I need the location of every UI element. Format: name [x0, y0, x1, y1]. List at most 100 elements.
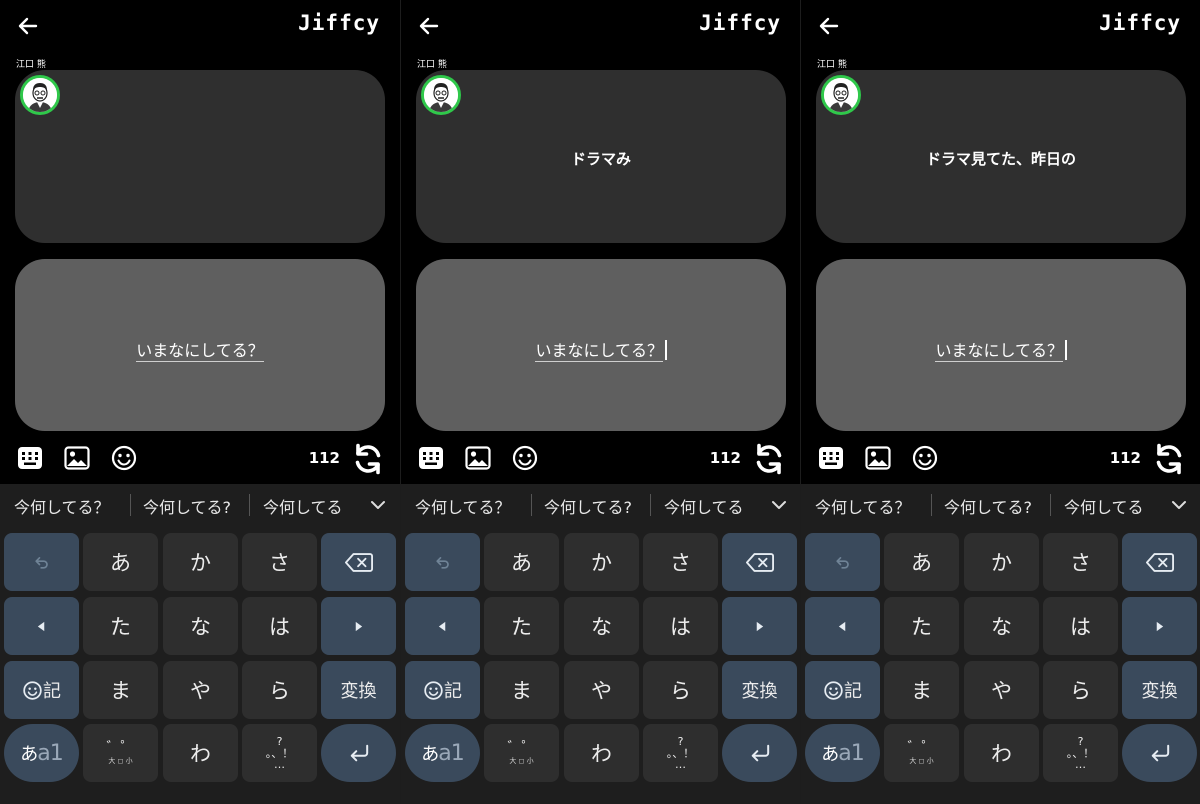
cursor-left-key[interactable] [805, 597, 880, 655]
key-wa[interactable]: わ [564, 724, 639, 782]
enter-key[interactable] [722, 724, 797, 782]
key-a[interactable]: あ [884, 533, 959, 591]
suggestion-item[interactable]: 今何してる？ [815, 494, 911, 518]
dakuten-marks: ゛゜ [907, 740, 936, 756]
refresh-icon[interactable] [1151, 441, 1187, 477]
key-na[interactable]: な [564, 597, 639, 655]
key-ta[interactable]: た [484, 597, 559, 655]
suggestion-item[interactable]: 今何してる? [143, 494, 231, 518]
key-sa[interactable]: さ [643, 533, 718, 591]
key-wa[interactable]: わ [964, 724, 1039, 782]
chevron-down-icon[interactable] [1169, 495, 1189, 515]
emoji-symbol-key[interactable]: 記 [405, 661, 480, 719]
enter-key[interactable] [1122, 724, 1197, 782]
key-sa[interactable]: さ [1043, 533, 1118, 591]
suggestion-item[interactable]: 今何してる? [544, 494, 632, 518]
dakuten-key[interactable]: ゛゜ 大 ◻ 小 [484, 724, 559, 782]
image-icon[interactable] [864, 444, 892, 472]
smiley-icon[interactable] [110, 444, 138, 472]
arrow-left-icon[interactable] [14, 12, 42, 40]
cursor-right-key[interactable] [1122, 597, 1197, 655]
keyboard-icon[interactable] [16, 444, 44, 472]
key-a[interactable]: あ [484, 533, 559, 591]
undo-key[interactable] [4, 533, 79, 591]
key-ta[interactable]: た [884, 597, 959, 655]
backspace-key[interactable] [321, 533, 396, 591]
convert-key[interactable]: 変換 [1122, 661, 1197, 719]
compose-card[interactable]: いまなにしてる？ [15, 259, 385, 431]
suggestion-item[interactable]: 今何してる [664, 494, 744, 518]
suggestion-item[interactable]: 今何してる？ [14, 494, 110, 518]
key-ya[interactable]: や [564, 661, 639, 719]
cursor-left-key[interactable] [4, 597, 79, 655]
emoji-symbol-key[interactable]: 記 [805, 661, 880, 719]
cursor-right-key[interactable] [722, 597, 797, 655]
key-ya[interactable]: や [964, 661, 1039, 719]
refresh-icon[interactable] [751, 441, 787, 477]
convert-key[interactable]: 変換 [722, 661, 797, 719]
image-icon[interactable] [464, 444, 492, 472]
enter-key[interactable] [321, 724, 396, 782]
arrow-left-icon[interactable] [415, 12, 443, 40]
keyboard-icon[interactable] [817, 444, 845, 472]
image-icon[interactable] [63, 444, 91, 472]
refresh-icon[interactable] [350, 441, 386, 477]
key-ha[interactable]: は [242, 597, 317, 655]
compose-input[interactable]: いまなにしてる？ [15, 337, 385, 362]
input-mode-key[interactable]: あa1 [4, 724, 79, 782]
key-ra[interactable]: ら [242, 661, 317, 719]
dakuten-key[interactable]: ゛゜ 大 ◻ 小 [83, 724, 158, 782]
key-ra[interactable]: ら [643, 661, 718, 719]
key-ma[interactable]: ま [884, 661, 959, 719]
suggestion-item[interactable]: 今何してる [1064, 494, 1144, 518]
chevron-down-icon[interactable] [368, 495, 388, 515]
punctuation-key[interactable]: ? 。、！ … [242, 724, 317, 782]
punctuation-key[interactable]: ? 。、！ … [643, 724, 718, 782]
compose-input[interactable]: いまなにしてる？ [416, 337, 786, 362]
avatar-icon[interactable] [821, 75, 861, 115]
key-ka[interactable]: か [564, 533, 639, 591]
key-a[interactable]: あ [83, 533, 158, 591]
keyboard-icon[interactable] [417, 444, 445, 472]
key-na[interactable]: な [163, 597, 238, 655]
backspace-key[interactable] [722, 533, 797, 591]
emoji-symbol-key[interactable]: 記 [4, 661, 79, 719]
cursor-right-key[interactable] [321, 597, 396, 655]
key-ma[interactable]: ま [484, 661, 559, 719]
suggestion-item[interactable]: 今何してる [263, 494, 343, 518]
key-ta[interactable]: た [83, 597, 158, 655]
compose-card[interactable]: いまなにしてる？ [416, 259, 786, 431]
punctuation-key[interactable]: ? 。、！ … [1043, 724, 1118, 782]
suggestion-divider [130, 494, 131, 516]
key-ya[interactable]: や [163, 661, 238, 719]
arrow-left-icon[interactable] [815, 12, 843, 40]
undo-key[interactable] [405, 533, 480, 591]
smiley-icon[interactable] [511, 444, 539, 472]
backspace-key[interactable] [1122, 533, 1197, 591]
compose-card[interactable]: いまなにしてる？ [816, 259, 1186, 431]
cursor-left-icon [438, 621, 446, 631]
suggestion-bar: 今何してる？ 今何してる? 今何してる [401, 484, 800, 526]
key-ka[interactable]: か [163, 533, 238, 591]
input-mode-key[interactable]: あa1 [805, 724, 880, 782]
suggestion-item[interactable]: 今何してる？ [415, 494, 511, 518]
key-ma[interactable]: ま [83, 661, 158, 719]
compose-input[interactable]: いまなにしてる？ [816, 337, 1186, 362]
key-ha[interactable]: は [643, 597, 718, 655]
key-sa[interactable]: さ [242, 533, 317, 591]
convert-key[interactable]: 変換 [321, 661, 396, 719]
undo-key[interactable] [805, 533, 880, 591]
key-ra[interactable]: ら [1043, 661, 1118, 719]
suggestion-item[interactable]: 今何してる? [944, 494, 1032, 518]
smiley-icon[interactable] [911, 444, 939, 472]
key-ha[interactable]: は [1043, 597, 1118, 655]
key-ka[interactable]: か [964, 533, 1039, 591]
dakuten-key[interactable]: ゛゜ 大 ◻ 小 [884, 724, 959, 782]
avatar-icon[interactable] [20, 75, 60, 115]
input-mode-key[interactable]: あa1 [405, 724, 480, 782]
cursor-left-key[interactable] [405, 597, 480, 655]
key-wa[interactable]: わ [163, 724, 238, 782]
avatar-icon[interactable] [421, 75, 461, 115]
key-na[interactable]: な [964, 597, 1039, 655]
chevron-down-icon[interactable] [769, 495, 789, 515]
